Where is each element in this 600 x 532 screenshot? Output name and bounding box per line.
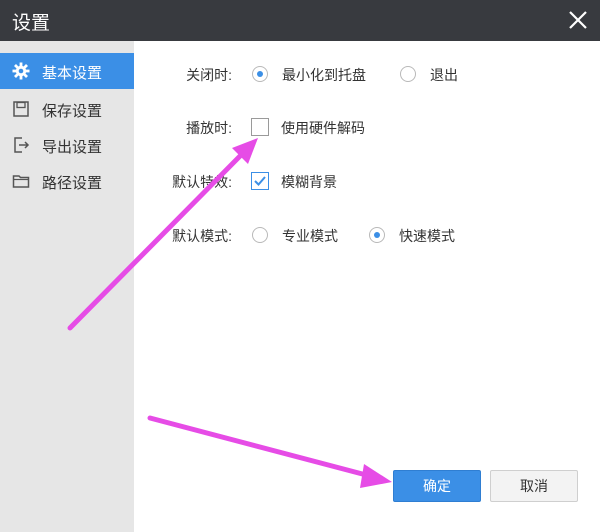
quick-mode-label: 快速模式 xyxy=(399,228,455,244)
ok-button[interactable]: 确定 xyxy=(393,470,481,502)
radio-indicator xyxy=(252,227,268,243)
playback-row: 播放时: 使用硬件解码 xyxy=(134,114,600,144)
radio-indicator xyxy=(400,66,416,82)
radio-indicator xyxy=(252,66,268,82)
checkbox-indicator xyxy=(251,172,269,190)
sidebar-item-path-settings[interactable]: 路径设置 xyxy=(0,163,134,199)
close-behavior-row: 关闭时: 最小化到托盘 退出 xyxy=(134,61,600,91)
exit-label: 退出 xyxy=(430,67,458,83)
sidebar-item-label: 基本设置 xyxy=(42,65,103,82)
checkmark-icon xyxy=(254,176,266,186)
window-title: 设置 xyxy=(12,13,51,34)
default-mode-label: 默认模式: xyxy=(172,228,232,244)
sidebar-item-basic-settings[interactable]: 基本设置 xyxy=(0,53,134,89)
professional-mode-label: 专业模式 xyxy=(282,228,338,244)
folder-icon xyxy=(12,175,30,188)
radio-indicator xyxy=(369,227,385,243)
cancel-button[interactable]: 取消 xyxy=(490,470,578,502)
sidebar-item-export-settings[interactable]: 导出设置 xyxy=(0,127,134,163)
close-icon xyxy=(569,11,587,29)
settings-panel: 关闭时: 最小化到托盘 退出 播放时: 使用硬件解码 默认特效: 模糊背景 默认… xyxy=(134,41,600,532)
close-behavior-label: 关闭时: xyxy=(186,67,232,83)
playback-label: 播放时: xyxy=(186,120,232,136)
export-icon xyxy=(14,137,30,153)
sidebar-item-save-settings[interactable]: 保存设置 xyxy=(0,91,134,127)
close-button[interactable] xyxy=(566,8,590,32)
blur-background-label: 模糊背景 xyxy=(281,174,337,190)
minimize-to-tray-label: 最小化到托盘 xyxy=(282,67,366,83)
hardware-decoding-label: 使用硬件解码 xyxy=(281,120,365,136)
sidebar-item-label: 路径设置 xyxy=(42,175,103,192)
default-mode-row: 默认模式: 专业模式 快速模式 xyxy=(134,222,600,252)
checkbox-indicator xyxy=(251,118,269,136)
save-icon xyxy=(13,101,29,117)
sidebar: 基本设置 保存设置 导出设置 路径设置 xyxy=(0,41,134,532)
title-bar: 设置 xyxy=(0,0,600,41)
default-effect-row: 默认特效: 模糊背景 xyxy=(134,168,600,198)
gear-icon xyxy=(12,62,30,80)
sidebar-item-label: 导出设置 xyxy=(42,139,103,156)
sidebar-item-label: 保存设置 xyxy=(42,103,103,120)
default-effect-label: 默认特效: xyxy=(172,174,232,190)
